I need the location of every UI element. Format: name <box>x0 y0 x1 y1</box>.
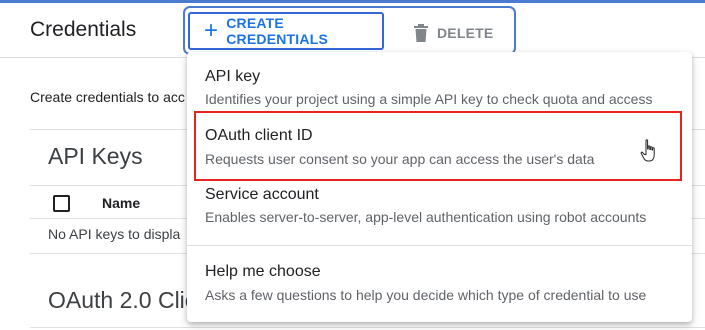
api-keys-empty-text: No API keys to displa <box>48 226 181 242</box>
create-credentials-menu: API key Identifies your project using a … <box>187 52 692 322</box>
api-keys-title: API Keys <box>48 143 143 169</box>
menu-item-description: Identifies your project using a simple A… <box>205 91 653 107</box>
menu-item-oauth-client-id[interactable]: OAuth client ID Requests user consent so… <box>187 113 692 181</box>
oauth-title: OAuth 2.0 Clie <box>48 287 198 313</box>
select-all-checkbox[interactable] <box>53 195 70 212</box>
menu-item-title: API key <box>205 68 261 85</box>
page-title: Credentials <box>30 18 137 41</box>
trash-icon <box>414 24 428 42</box>
section-divider <box>30 327 705 328</box>
create-credentials-button[interactable]: + CREATE CREDENTIALS <box>188 12 384 50</box>
menu-item-help-me-choose[interactable]: Help me choose Asks a few questions to h… <box>187 246 692 322</box>
menu-item-service-account[interactable]: Service account Enables server-to-server… <box>187 181 692 245</box>
menu-item-api-key[interactable]: API key Identifies your project using a … <box>187 52 692 113</box>
intro-text: Create credentials to acc <box>30 89 185 105</box>
hand-pointer-icon <box>640 139 655 162</box>
column-header-name[interactable]: Name <box>102 195 140 211</box>
menu-item-title: Service account <box>205 186 319 203</box>
delete-button[interactable]: DELETE <box>413 19 493 47</box>
menu-item-description: Enables server-to-server, app-level auth… <box>205 209 647 225</box>
delete-label: DELETE <box>437 25 494 41</box>
menu-item-title: OAuth client ID <box>205 127 313 144</box>
menu-item-description: Asks a few questions to help you decide … <box>205 287 647 303</box>
create-credentials-label: CREATE CREDENTIALS <box>226 15 328 47</box>
header-bar: Credentials + CREATE CREDENTIALS DELETE <box>0 3 705 58</box>
plus-icon: + <box>204 17 219 44</box>
menu-item-title: Help me choose <box>205 263 321 280</box>
menu-item-description: Requests user consent so your app can ac… <box>205 151 595 167</box>
credentials-page: Credentials + CREATE CREDENTIALS DELETE … <box>0 0 705 330</box>
header-actions-group: + CREATE CREDENTIALS DELETE <box>183 6 516 55</box>
